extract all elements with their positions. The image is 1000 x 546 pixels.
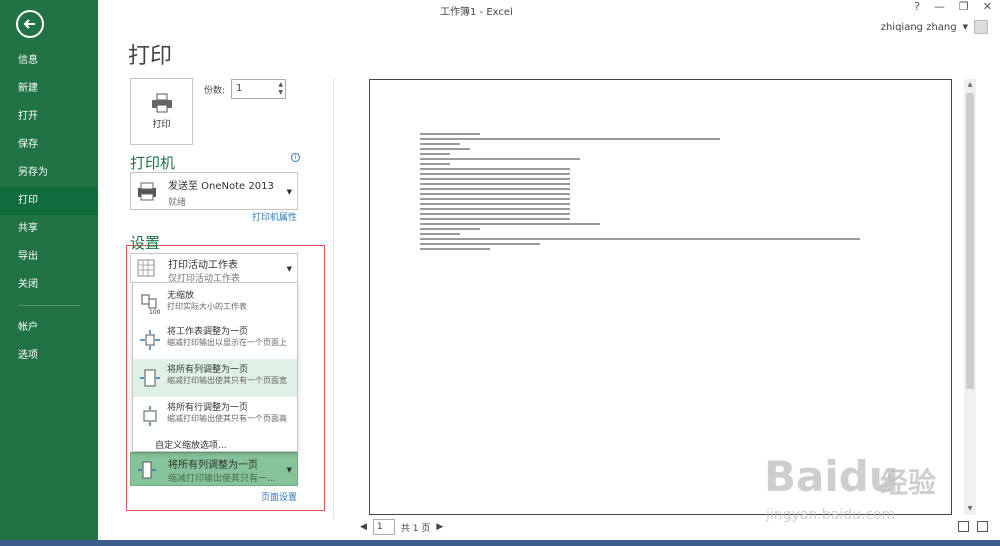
- menu-item-fit-sheet[interactable]: 将工作表调整为一页 缩减打印输出以显示在一个页面上: [133, 321, 297, 359]
- back-button[interactable]: [16, 10, 44, 38]
- menu-item-title: 将所有列调整为一页: [167, 365, 249, 375]
- fit-rows-icon: [133, 397, 167, 435]
- user-account[interactable]: zhiqiang zhang ▼: [881, 20, 988, 34]
- no-scaling-icon: 100: [133, 285, 167, 323]
- page-navigator: ◀ 1 共 1 页 ▶: [360, 519, 443, 535]
- backstage-sidebar: 信息 新建 打开 保存 另存为 打印 共享 导出 关闭 帐户 选项: [0, 0, 98, 546]
- fit-columns-icon: [133, 359, 167, 397]
- page-total: 共 1 页: [400, 523, 431, 534]
- fit-sheet-icon: [133, 321, 167, 359]
- nav-item-save[interactable]: 保存: [0, 131, 98, 159]
- avatar: [974, 20, 988, 34]
- nav-item-open[interactable]: 打开: [0, 103, 98, 131]
- custom-scaling-options[interactable]: 自定义缩放选项...: [155, 438, 227, 451]
- fit-columns-icon: [138, 461, 156, 479]
- chevron-down-icon: ▼: [286, 188, 292, 196]
- excel-backstage-print: 信息 新建 打开 保存 另存为 打印 共享 导出 关闭 帐户 选项 工作簿1 -…: [0, 0, 1000, 546]
- scrollbar-thumb[interactable]: [966, 93, 974, 389]
- nav-item-account[interactable]: 帐户: [0, 314, 98, 342]
- preview-text-content: [420, 133, 860, 253]
- print-button-label: 打印: [152, 120, 171, 130]
- page-number-input[interactable]: 1: [372, 519, 395, 535]
- nav-item-close[interactable]: 关闭: [0, 271, 98, 299]
- print-button[interactable]: 打印: [130, 78, 193, 145]
- prev-page-icon[interactable]: ◀: [360, 522, 367, 532]
- chevron-down-icon: ▼: [962, 23, 968, 31]
- page-setup-link[interactable]: 页面设置: [261, 490, 297, 503]
- printer-properties-link[interactable]: 打印机属性: [252, 210, 297, 223]
- chevron-down-icon: ▼: [286, 466, 292, 474]
- nav-item-new[interactable]: 新建: [0, 75, 98, 103]
- printer-device-icon: [138, 182, 156, 201]
- user-name: zhiqiang zhang: [880, 21, 957, 33]
- watermark-brand: Baidu: [764, 452, 899, 501]
- restore-button[interactable]: ❐: [959, 0, 969, 13]
- menu-item-sub: 缩减打印输出使其只有一个页面宽: [167, 376, 287, 385]
- print-scope-select[interactable]: 打印活动工作表 仅打印活动工作表 ▼: [130, 253, 298, 284]
- nav-item-print[interactable]: 打印: [0, 187, 98, 215]
- printer-heading: 打印机: [130, 154, 176, 172]
- menu-item-title: 无缩放: [167, 291, 195, 301]
- menu-item-sub: 缩减打印输出以显示在一个页面上: [167, 338, 287, 347]
- print-scope-title: 打印活动工作表: [168, 260, 238, 271]
- spin-arrows-icon[interactable]: ▲ ▼: [278, 81, 283, 97]
- scaling-menu: 100 无缩放 打印实际大小的工作表 将工作表调整为一页 缩减打印输出以显示在一…: [132, 282, 298, 452]
- backstage-nav: 信息 新建 打开 保存 另存为 打印 共享 导出 关闭 帐户 选项: [0, 47, 98, 370]
- baidu-jingyan-watermark: Baidu 经验 jingyan.baidu.com: [740, 447, 980, 535]
- printer-status: 就绪: [168, 198, 187, 208]
- printer-name: 发送至 OneNote 2013: [168, 181, 274, 192]
- copies-stepper[interactable]: 1 ▲ ▼: [231, 79, 286, 99]
- close-button[interactable]: ✕: [983, 0, 992, 13]
- page-title: 打印: [128, 44, 173, 69]
- pane-divider: [333, 78, 334, 518]
- window-controls: ? — ❐ ✕: [914, 0, 992, 13]
- copies-label: 份数:: [204, 86, 226, 96]
- nav-item-options[interactable]: 选项: [0, 342, 98, 370]
- settings-heading: 设置: [130, 234, 161, 252]
- svg-text:100: 100: [149, 309, 160, 315]
- copies-value: 1: [236, 83, 243, 94]
- watermark-url: jingyan.baidu.com: [766, 507, 896, 523]
- nav-item-export[interactable]: 导出: [0, 243, 98, 271]
- printer-icon: [151, 93, 172, 113]
- os-taskbar: [0, 540, 1000, 546]
- printer-select[interactable]: 发送至 OneNote 2013 就绪 ▼: [130, 172, 298, 210]
- nav-item-save-as[interactable]: 另存为: [0, 159, 98, 187]
- scroll-up-icon[interactable]: ▲: [964, 79, 976, 91]
- menu-item-title: 将所有行调整为一页: [167, 403, 249, 413]
- next-page-icon[interactable]: ▶: [436, 522, 443, 532]
- worksheet-icon: [137, 259, 155, 277]
- menu-item-sub: 打印实际大小的工作表: [167, 302, 247, 311]
- watermark-cn: 经验: [880, 466, 937, 499]
- nav-item-info[interactable]: 信息: [0, 47, 98, 75]
- scaling-selected-title: 将所有列调整为一页: [168, 460, 258, 471]
- minimize-button[interactable]: —: [934, 0, 945, 13]
- help-button[interactable]: ?: [914, 0, 920, 13]
- scaling-selected-sub: 缩减打印输出使其只有一...: [168, 474, 276, 484]
- nav-divider: [18, 305, 80, 306]
- menu-item-title: 将工作表调整为一页: [167, 327, 249, 337]
- chevron-down-icon: ▼: [286, 265, 292, 273]
- info-icon[interactable]: i: [291, 153, 300, 162]
- nav-item-share[interactable]: 共享: [0, 215, 98, 243]
- window-title: 工作簿1 - Excel: [440, 7, 513, 18]
- menu-item-no-scaling[interactable]: 100 无缩放 打印实际大小的工作表: [133, 285, 297, 323]
- arrow-left-icon: [23, 19, 35, 29]
- menu-item-fit-rows[interactable]: 将所有行调整为一页 缩减打印输出使其只有一个页面高: [133, 397, 297, 435]
- menu-item-fit-columns[interactable]: 将所有列调整为一页 缩减打印输出使其只有一个页面宽: [133, 359, 297, 397]
- scaling-select[interactable]: 将所有列调整为一页 缩减打印输出使其只有一... ▼: [130, 452, 298, 486]
- menu-item-sub: 缩减打印输出使其只有一个页面高: [167, 414, 287, 423]
